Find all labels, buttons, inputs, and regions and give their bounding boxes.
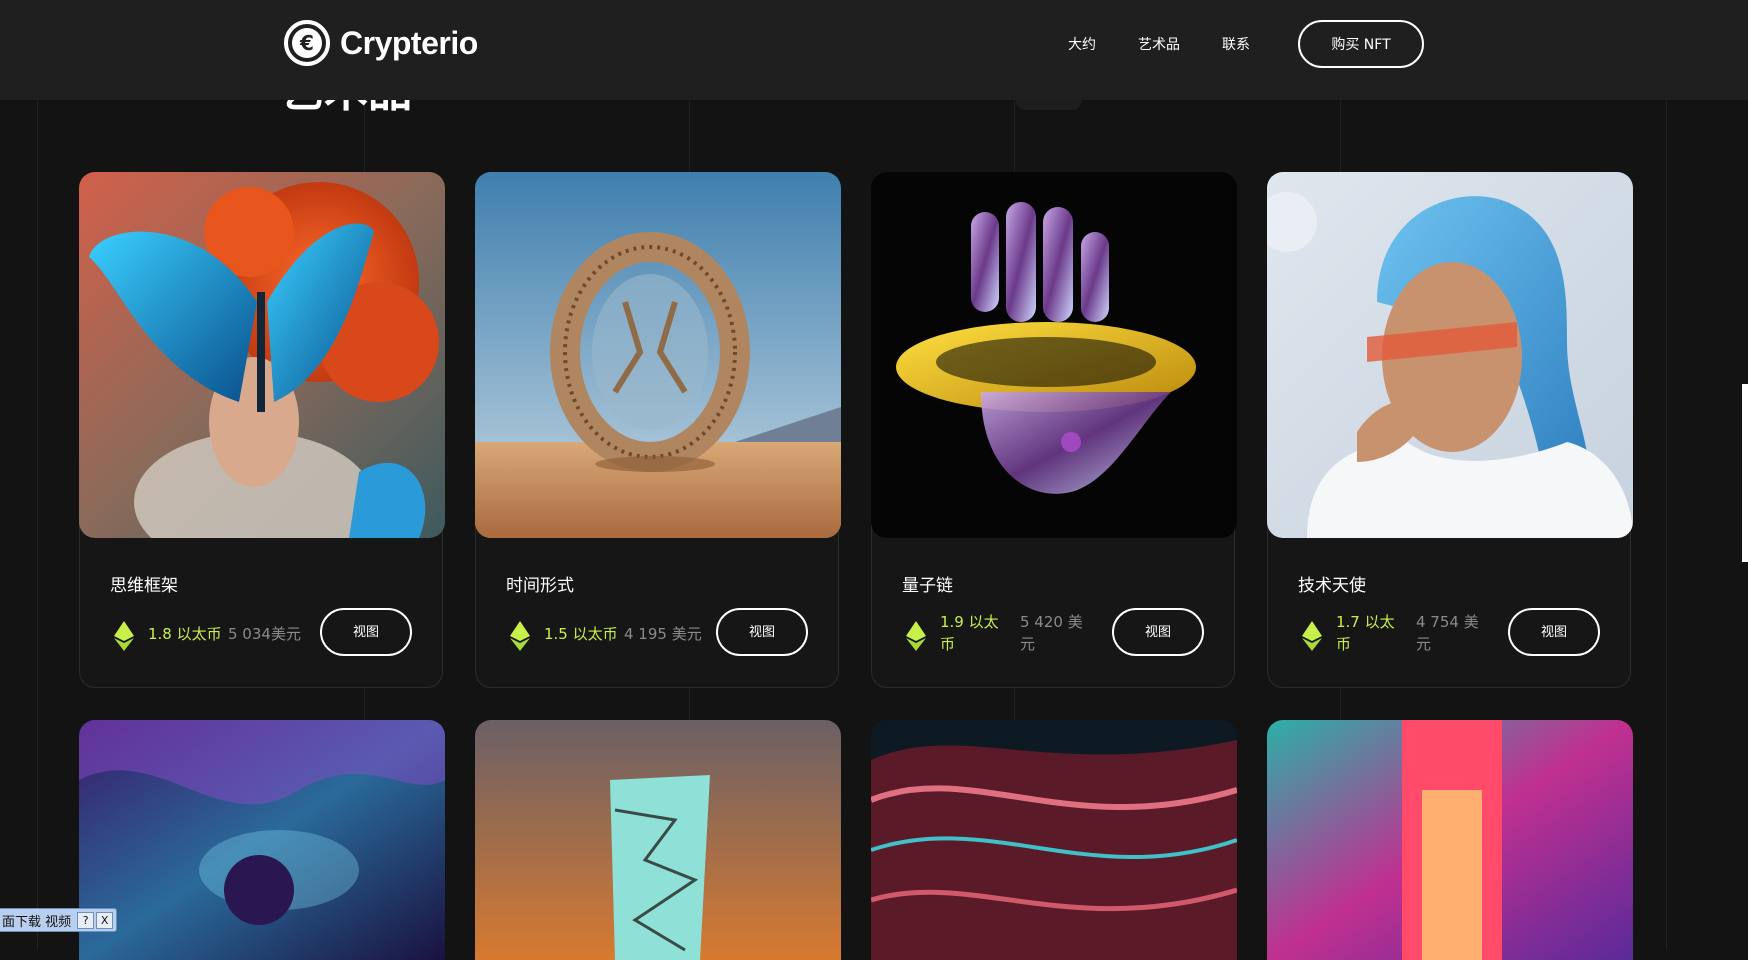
site-header: € Crypterio 大约 艺术品 联系 购买 NFT bbox=[0, 0, 1748, 100]
nft-image-red-teal-wave[interactable] bbox=[871, 720, 1237, 960]
view-button[interactable]: 视图 bbox=[320, 608, 412, 656]
nft-price-eth: 1.8 以太币 bbox=[148, 625, 222, 643]
help-icon[interactable]: ? bbox=[77, 911, 95, 929]
nft-price-eth: 1.5 以太币 bbox=[544, 625, 618, 643]
main-nav: 大约 艺术品 联系 购买 NFT bbox=[1068, 20, 1424, 68]
download-label[interactable]: 面下载 视频 bbox=[0, 911, 77, 930]
nft-price-usd: 4 195 美元 bbox=[624, 625, 702, 643]
nft-price-usd: 5 420 美元 bbox=[1020, 613, 1083, 653]
nft-title: 技术天使 bbox=[1298, 576, 1366, 596]
view-button[interactable]: 视图 bbox=[1508, 608, 1600, 656]
section-title: 艺术品 bbox=[280, 100, 412, 114]
close-icon[interactable]: X bbox=[96, 911, 114, 929]
nav-link-about[interactable]: 大约 bbox=[1068, 34, 1096, 54]
nft-card: 时间形式 1.5 以太币 4 195 美元 视图 bbox=[475, 172, 841, 688]
guide-line bbox=[1666, 0, 1667, 950]
ethereum-icon bbox=[906, 621, 926, 651]
view-button[interactable]: 视图 bbox=[716, 608, 808, 656]
guide-line bbox=[37, 0, 38, 950]
nft-title: 时间形式 bbox=[506, 576, 574, 596]
nav-link-contact[interactable]: 联系 bbox=[1222, 34, 1250, 54]
ethereum-icon bbox=[1302, 621, 1322, 651]
nft-card: 量子链 1.9 以太币 5 420 美元 视图 bbox=[871, 172, 1237, 688]
ethereum-icon bbox=[510, 621, 530, 651]
buy-nft-button[interactable]: 购买 NFT bbox=[1298, 20, 1424, 68]
nft-image-ring[interactable] bbox=[475, 172, 841, 538]
nft-title: 思维框架 bbox=[110, 576, 178, 596]
nft-price-usd: 4 754 美元 bbox=[1416, 613, 1479, 653]
nft-image-neon-corridor[interactable] bbox=[1267, 720, 1633, 960]
nft-image-purple-liquid[interactable] bbox=[79, 720, 445, 960]
nft-price-eth: 1.7 以太币 bbox=[1336, 613, 1395, 653]
nft-price-usd: 5 034美元 bbox=[228, 625, 301, 643]
nft-image-shattered-monolith[interactable] bbox=[475, 720, 841, 960]
nft-card: 思维框架 1.8 以太币 5 034美元 视图 bbox=[79, 172, 445, 688]
scrollbar-thumb[interactable] bbox=[1742, 384, 1748, 562]
view-button[interactable]: 视图 bbox=[1112, 608, 1204, 656]
nft-title: 量子链 bbox=[902, 576, 953, 596]
filter-pill bbox=[1016, 100, 1082, 110]
brand-name: Crypterio bbox=[340, 24, 478, 61]
nft-image-blue-hair[interactable] bbox=[1267, 172, 1633, 538]
coin-logo-icon: € bbox=[284, 20, 330, 66]
nft-image-glass-hand[interactable] bbox=[871, 172, 1237, 538]
brand-logo[interactable]: € Crypterio bbox=[284, 20, 478, 66]
nft-image-butterfly[interactable] bbox=[79, 172, 445, 538]
nav-link-artworks[interactable]: 艺术品 bbox=[1138, 34, 1180, 54]
nft-card: 技术天使 1.7 以太币 4 754 美元 视图 bbox=[1267, 172, 1633, 688]
ethereum-icon bbox=[114, 621, 134, 651]
nft-price-eth: 1.9 以太币 bbox=[940, 613, 999, 653]
video-download-bar[interactable]: 面下载 视频 ? X bbox=[0, 908, 118, 932]
